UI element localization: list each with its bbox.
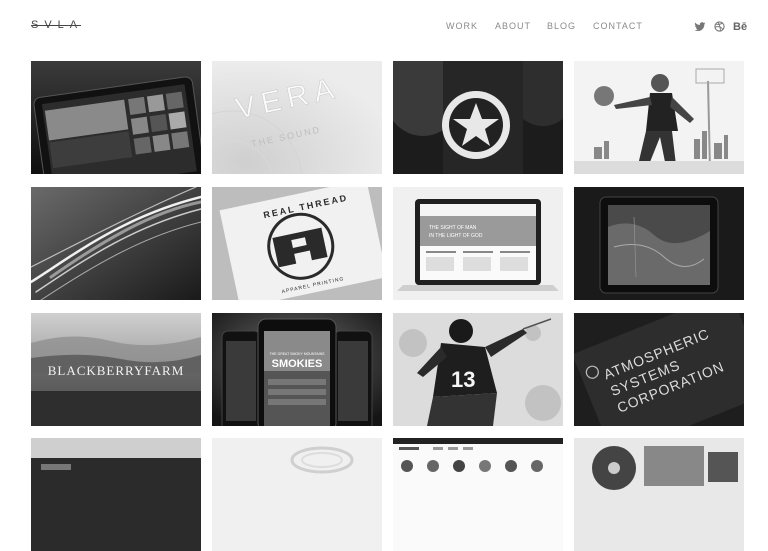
site-logo[interactable]: SVLA — [31, 19, 83, 35]
project-vera[interactable]: VERA THE SOUND — [212, 61, 382, 174]
nav-about[interactable]: ABOUT — [495, 21, 531, 31]
project-lacrosse[interactable]: 13 — [393, 313, 563, 426]
project-basketball[interactable] — [574, 61, 744, 174]
behance-icon[interactable]: Bē — [733, 19, 749, 35]
project-row4-film-reel[interactable] — [574, 438, 744, 551]
nav-blog[interactable]: BLOG — [547, 21, 576, 31]
laptop-headline-1: THE SIGHT OF MAN — [429, 225, 477, 231]
laptop-headline-2: IN THE LIGHT OF GOD — [429, 233, 483, 239]
site-header: SVLA WORK ABOUT BLOG CONTACT Bē — [0, 0, 768, 55]
portfolio-grid: VERA THE SOUND REAL THREAD APPAREL PRINT… — [31, 61, 747, 551]
smokies-small: THE GREAT SMOKY MOUNTAINS — [270, 352, 326, 356]
logo-strike-line — [31, 25, 81, 26]
behance-label[interactable]: Bē — [733, 21, 747, 33]
project-light-streaks[interactable] — [31, 187, 201, 300]
project-smokies-phones[interactable]: THE GREAT SMOKY MOUNTAINS SMOKIES — [212, 313, 382, 426]
blackberry-farm-text: BLACKBERRYFARM — [48, 363, 185, 378]
project-row4-team-site[interactable] — [393, 438, 563, 551]
project-tablet-app[interactable] — [31, 61, 201, 174]
project-row4-glass[interactable] — [212, 438, 382, 551]
jersey-number: 13 — [451, 367, 475, 392]
project-converse-star[interactable] — [393, 61, 563, 174]
twitter-icon[interactable] — [694, 19, 710, 35]
nav-contact[interactable]: CONTACT — [593, 21, 643, 31]
project-atmospheric[interactable]: ATMOSPHERIC SYSTEMS CORPORATION — [574, 313, 744, 426]
project-blackberry-farm[interactable]: BLACKBERRYFARM — [31, 313, 201, 426]
smokies-title: SMOKIES — [272, 358, 323, 370]
dribbble-icon[interactable] — [714, 19, 730, 35]
project-row4-dark-site[interactable] — [31, 438, 201, 551]
project-tablet-map[interactable] — [574, 187, 744, 300]
nav-work[interactable]: WORK — [446, 21, 478, 31]
project-real-thread[interactable]: REAL THREAD APPAREL PRINTING — [212, 187, 382, 300]
project-laptop-site[interactable]: THE SIGHT OF MAN IN THE LIGHT OF GOD — [393, 187, 563, 300]
